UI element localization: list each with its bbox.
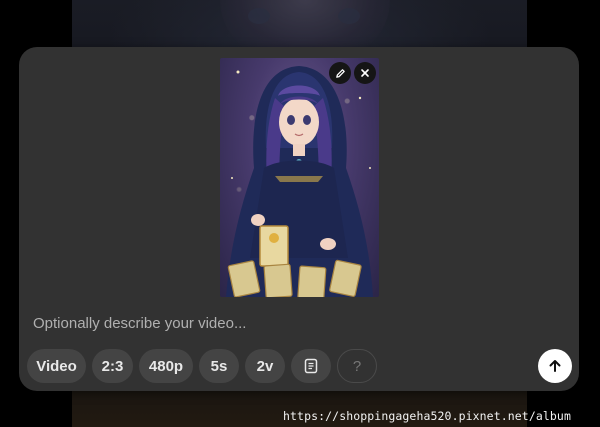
- blurred-eye: [248, 8, 270, 24]
- edit-image-button[interactable]: [329, 62, 351, 84]
- video-prompt-input[interactable]: Optionally describe your video...: [33, 315, 513, 332]
- document-icon: [304, 358, 318, 374]
- prompt-document-button[interactable]: [291, 349, 331, 383]
- watermark-url: https://shoppingageha520.pixnet.net/albu…: [283, 409, 571, 423]
- duration-button[interactable]: 5s: [199, 349, 239, 383]
- aspect-ratio-button[interactable]: 2:3: [92, 349, 133, 383]
- remove-image-button[interactable]: [354, 62, 376, 84]
- variants-count-button[interactable]: 2v: [245, 349, 285, 383]
- blurred-eye: [338, 8, 360, 24]
- attached-image-thumbnail: [220, 58, 379, 297]
- pencil-icon: [335, 68, 345, 78]
- video-composer-panel: Optionally describe your video... Video …: [19, 47, 579, 391]
- close-icon: [361, 69, 369, 77]
- resolution-button[interactable]: 480p: [139, 349, 193, 383]
- help-button[interactable]: ?: [337, 349, 377, 383]
- tarot-girl-illustration: [226, 66, 373, 297]
- submit-button[interactable]: [538, 349, 572, 383]
- mode-selector-button[interactable]: Video: [27, 349, 86, 383]
- arrow-up-icon: [549, 360, 561, 372]
- generation-options-bar: Video 2:3 480p 5s 2v ?: [27, 349, 377, 383]
